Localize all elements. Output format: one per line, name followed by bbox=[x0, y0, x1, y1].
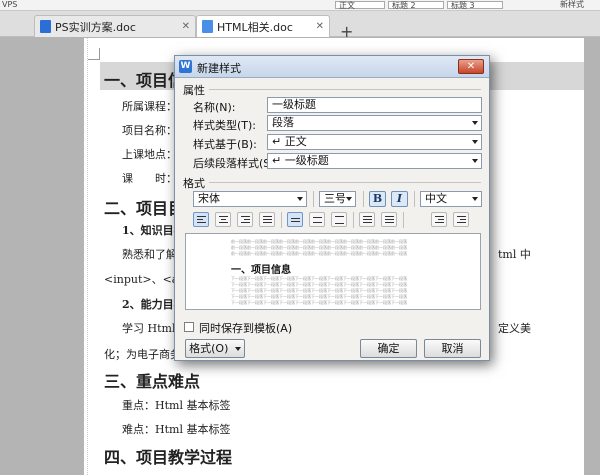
bold-button[interactable]: B bbox=[369, 191, 386, 207]
doc-line: 化；为电子商务 bbox=[104, 348, 181, 361]
doc-heading-2: 二、项目目 bbox=[104, 199, 185, 218]
double-spacing-button[interactable] bbox=[331, 212, 347, 227]
separator bbox=[363, 191, 364, 207]
separator bbox=[281, 212, 282, 228]
toolbar: VPS 正文 标题 2 标题 3 新样式 bbox=[0, 0, 600, 11]
type-label: 样式类型(T): bbox=[193, 119, 257, 132]
next-style-label: 后续段落样式(S): bbox=[193, 157, 279, 170]
name-input[interactable]: 一级标题 bbox=[267, 97, 482, 113]
font-size-value: 三号 bbox=[324, 192, 346, 205]
dialog-title: 新建样式 bbox=[197, 62, 241, 75]
dialog-titlebar[interactable]: W 新建样式 ✕ bbox=[175, 56, 489, 78]
style-type-select[interactable]: 段落 bbox=[267, 115, 482, 131]
separator bbox=[313, 191, 314, 207]
page-corner-mark bbox=[88, 48, 100, 60]
tab-label: PS实训方案.doc bbox=[55, 20, 136, 34]
doc-line: tml 中 bbox=[498, 248, 531, 261]
name-label: 名称(N): bbox=[193, 101, 236, 114]
tab-close-icon[interactable]: ✕ bbox=[316, 21, 324, 32]
based-on-select[interactable]: ↵ 正文 bbox=[267, 134, 482, 150]
align-center-button[interactable] bbox=[215, 212, 231, 227]
preview-filler-line: 前一段落前一段落前一段落前一段落前一段落前一段落前一段落前一段落前一段落前一段落… bbox=[231, 251, 407, 256]
next-style-value: ↵ 一级标题 bbox=[272, 154, 329, 167]
align-justify-button[interactable] bbox=[259, 212, 275, 227]
wps-writer-icon: W bbox=[179, 60, 192, 73]
separator bbox=[414, 191, 415, 207]
chevron-down-icon bbox=[234, 347, 241, 351]
doc-line: 定义美 bbox=[498, 322, 531, 335]
language-value: 中文 bbox=[425, 192, 447, 205]
font-select[interactable]: 宋体 bbox=[193, 191, 307, 207]
tab-label: HTML相关.doc bbox=[217, 20, 293, 34]
doc-icon bbox=[40, 20, 51, 33]
margin-guide bbox=[87, 38, 88, 475]
decrease-spacing-button[interactable] bbox=[359, 212, 375, 227]
preview-after-line: 下一段落下一段落下一段落下一段落下一段落下一段落下一段落下一段落下一段落下一段落… bbox=[231, 300, 407, 305]
style-preview: 前一段落前一段落前一段落前一段落前一段落前一段落前一段落前一段落前一段落前一段落… bbox=[185, 233, 481, 310]
chevron-down-icon bbox=[346, 197, 352, 201]
chevron-down-icon bbox=[472, 121, 478, 125]
language-select[interactable]: 中文 bbox=[420, 191, 482, 207]
tab-html-doc[interactable]: HTML相关.doc ✕ bbox=[196, 15, 330, 37]
close-button[interactable]: ✕ bbox=[458, 59, 484, 74]
toolbar-style-box-label: 正文 bbox=[339, 1, 355, 10]
tab-bar: PS实训方案.doc ✕ HTML相关.doc ✕ + bbox=[0, 11, 600, 40]
doc-line: 熟悉和了解 bbox=[122, 248, 177, 261]
new-tab-button[interactable]: + bbox=[340, 24, 353, 40]
doc-line: 难点：Html 基本标签 bbox=[122, 423, 231, 436]
chevron-down-icon bbox=[472, 140, 478, 144]
section-properties: 属性 bbox=[183, 84, 205, 97]
cancel-button[interactable]: 取消 bbox=[424, 339, 481, 358]
chevron-down-icon bbox=[472, 159, 478, 163]
ok-button[interactable]: 确定 bbox=[360, 339, 417, 358]
single-spacing-button[interactable] bbox=[287, 212, 303, 227]
toolbar-style-box[interactable]: 正文 bbox=[335, 1, 385, 10]
section-format: 格式 bbox=[183, 177, 205, 190]
save-to-template-checkbox[interactable] bbox=[184, 322, 194, 332]
increase-indent-button[interactable] bbox=[453, 212, 469, 227]
format-menu-button[interactable]: 格式(O) bbox=[185, 339, 245, 358]
font-value: 宋体 bbox=[198, 192, 220, 205]
based-on-label: 样式基于(B): bbox=[193, 138, 257, 151]
based-on-value: ↵ 正文 bbox=[272, 135, 307, 148]
decrease-indent-button[interactable] bbox=[431, 212, 447, 227]
chevron-down-icon bbox=[472, 197, 478, 201]
separator bbox=[403, 212, 404, 228]
toolbar-style-box-3-label: 标题 3 bbox=[451, 1, 475, 10]
divider bbox=[209, 182, 481, 183]
next-style-select[interactable]: ↵ 一级标题 bbox=[267, 153, 482, 169]
doc-line: 上课地点： bbox=[122, 148, 177, 161]
doc-line: 项目名称： bbox=[122, 124, 177, 137]
doc-line: 重点：Html 基本标签 bbox=[122, 399, 231, 412]
style-type-value: 段落 bbox=[272, 116, 294, 129]
one-half-spacing-button[interactable] bbox=[309, 212, 325, 227]
separator bbox=[353, 212, 354, 228]
doc-heading-3: 三、重点难点 bbox=[104, 372, 201, 391]
toolbar-left-label: VPS bbox=[2, 0, 18, 9]
doc-line: 课 时： bbox=[122, 172, 177, 185]
toolbar-right-label[interactable]: 新样式 bbox=[560, 0, 584, 10]
increase-spacing-button[interactable] bbox=[381, 212, 397, 227]
toolbar-style-box-2-label: 标题 2 bbox=[392, 1, 416, 10]
font-size-select[interactable]: 三号 bbox=[319, 191, 356, 207]
doc-icon bbox=[202, 20, 213, 33]
toolbar-style-box-2[interactable]: 标题 2 bbox=[388, 1, 444, 10]
doc-line: 所属课程： bbox=[122, 100, 177, 113]
divider bbox=[209, 89, 481, 90]
chevron-down-icon bbox=[297, 197, 303, 201]
tab-ps-doc[interactable]: PS实训方案.doc ✕ bbox=[34, 15, 196, 37]
format-menu-label: 格式(O) bbox=[189, 342, 229, 355]
align-right-button[interactable] bbox=[237, 212, 253, 227]
italic-button[interactable]: I bbox=[391, 191, 408, 207]
new-style-dialog: W 新建样式 ✕ 属性 名称(N): 一级标题 样式类型(T): 段落 样式基于… bbox=[174, 55, 490, 361]
doc-heading-4: 四、项目教学过程 bbox=[104, 448, 233, 467]
tab-close-icon[interactable]: ✕ bbox=[182, 21, 190, 32]
toolbar-style-box-3[interactable]: 标题 3 bbox=[447, 1, 503, 10]
align-left-button[interactable] bbox=[193, 212, 209, 227]
preview-heading: 一、项目信息 bbox=[231, 265, 291, 276]
save-to-template-label[interactable]: 同时保存到模板(A) bbox=[199, 320, 292, 336]
doc-heading-1: 一、项目信 bbox=[104, 71, 185, 90]
